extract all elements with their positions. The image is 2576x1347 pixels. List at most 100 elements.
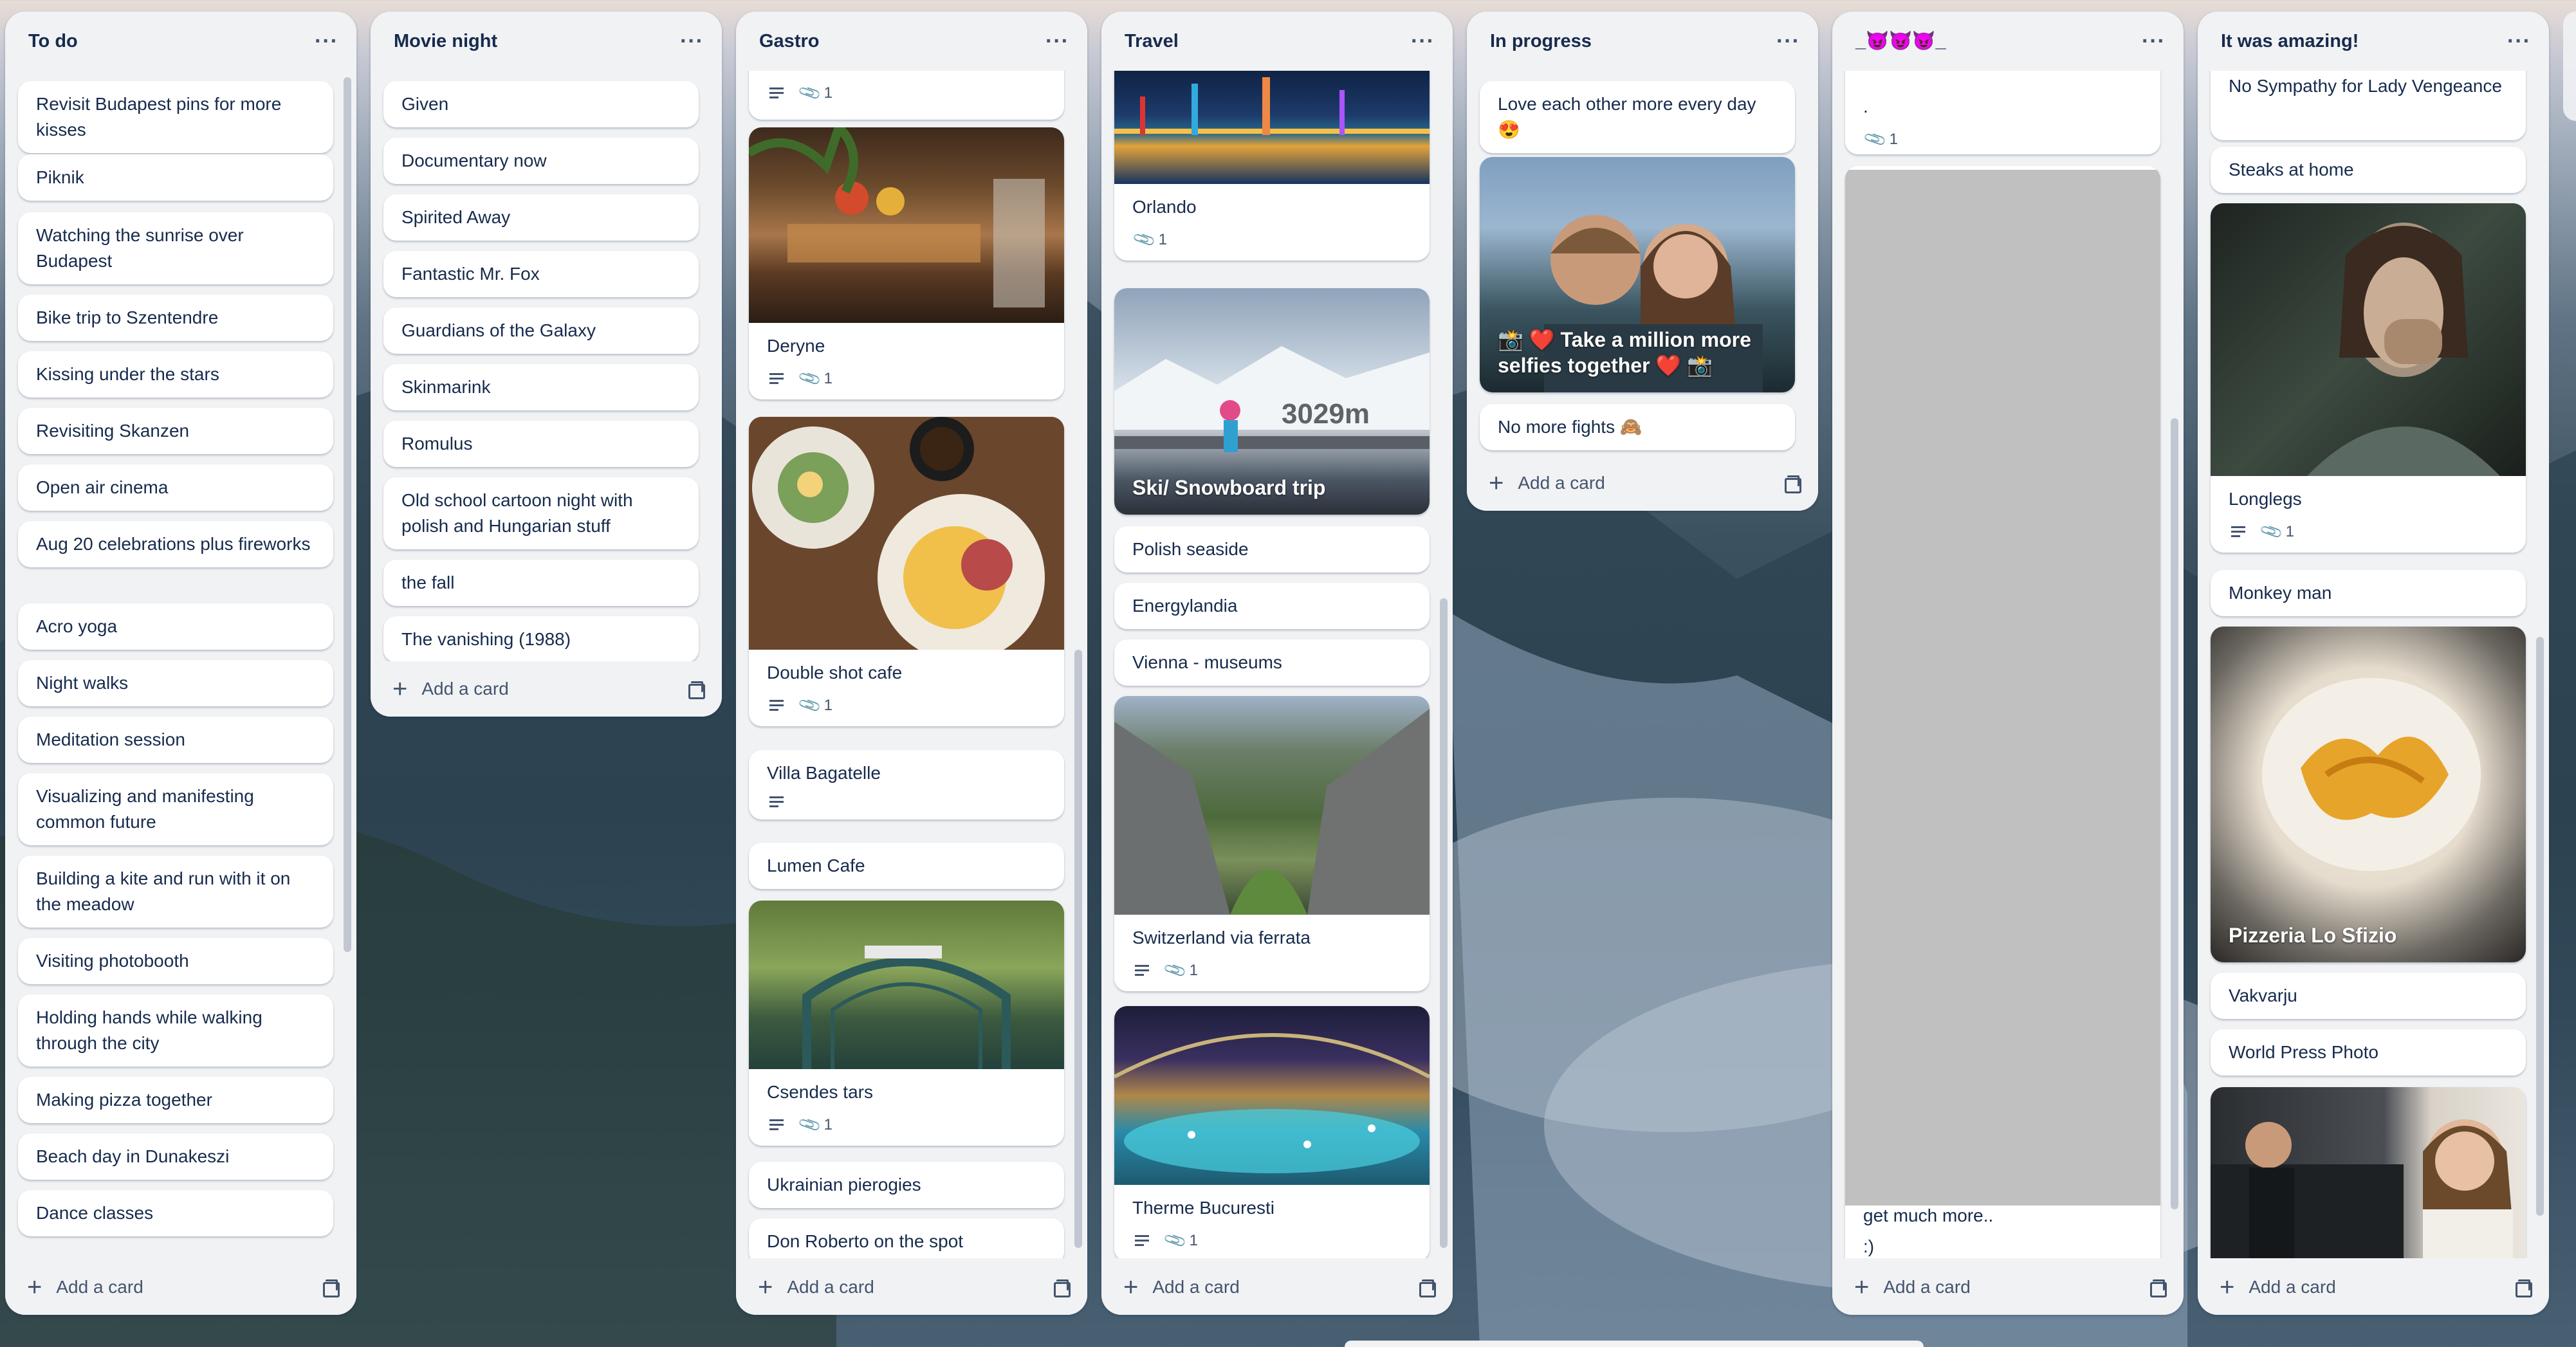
card-title: Villa Bagatelle [767,763,881,783]
card[interactable]: Making pizza together [18,1077,333,1123]
card[interactable]: Acro yoga [18,603,333,650]
card[interactable]: 📸 ❤️ Take a million more selfies togethe… [1480,157,1795,392]
card[interactable]: Visualizing and manifesting common futur… [18,773,333,845]
list-title[interactable]: In progress [1490,31,1592,52]
card[interactable]: . 📎 1 [1845,71,2160,154]
card[interactable]: Polish seaside [1114,526,1430,573]
card[interactable]: Skinmarink [383,364,699,410]
list-title[interactable]: _😈😈😈_ [1855,30,1946,52]
card[interactable]: Bike trip to Szentendre [18,295,333,341]
ellipsis-icon[interactable]: ··· [680,29,704,54]
add-card-button[interactable]: + Add a card [1123,1274,1240,1300]
ellipsis-icon[interactable]: ··· [2142,29,2166,54]
card[interactable]: Longlegs 📎 1 [2211,203,2526,553]
ellipsis-icon[interactable]: ··· [315,29,338,54]
card-template-icon[interactable] [1417,1278,1436,1297]
ellipsis-icon[interactable]: ··· [2507,29,2531,54]
add-card-button[interactable]: + Add a card [1489,470,1605,496]
card[interactable]: Open air cinema [18,464,333,511]
list-header[interactable]: To do ··· [5,12,356,71]
card[interactable]: Aug 20 celebrations plus fireworks [18,521,333,567]
card[interactable]: Night walks [18,660,333,706]
bottom-bar-edge [1345,1341,1924,1347]
card-template-icon[interactable] [320,1278,340,1297]
card[interactable]: Romulus [383,421,699,467]
card[interactable]: Vienna - museums [1114,639,1430,686]
card[interactable]: Revisit Budapest pins for more kisses [18,81,333,153]
card[interactable]: No more fights 🙈 [1480,404,1795,450]
card[interactable]: Lumen Cafe [749,843,1064,889]
list-title[interactable]: Gastro [759,31,819,52]
card[interactable]: Ukrainian pierogies [749,1162,1064,1208]
card[interactable]: Revisiting Skanzen [18,408,333,454]
list-title[interactable]: It was amazing! [2221,31,2359,52]
next-list-edge[interactable] [2563,12,2576,121]
card[interactable]: Vakvarju [2211,973,2526,1019]
list-title[interactable]: Travel [1125,31,1179,52]
card-template-icon[interactable] [1051,1278,1071,1297]
card[interactable]: Holding hands while walking through the … [18,994,333,1067]
ellipsis-icon[interactable]: ··· [1776,29,1800,54]
card[interactable]: The vanishing (1988) [383,616,699,663]
card[interactable]: Don Roberto on the spot [749,1218,1064,1258]
card[interactable]: Switzerland via ferrata 📎 1 [1114,696,1430,991]
card[interactable]: Guardians of the Galaxy [383,307,699,354]
card[interactable]: Orlando 📎 1 [1114,71,1430,261]
list-header[interactable]: _😈😈😈_ ··· [1832,12,2184,71]
card-template-icon[interactable] [2513,1278,2532,1297]
card[interactable]: Spirited Away [383,194,699,241]
card[interactable]: Fantastic Mr. Fox [383,251,699,297]
card[interactable]: Beach day in Dunakeszi [18,1133,333,1180]
card[interactable]: 📎 1 [749,71,1064,120]
add-card-button[interactable]: + Add a card [2220,1274,2336,1300]
ellipsis-icon[interactable]: ··· [1045,29,1069,54]
ellipsis-icon[interactable]: ··· [1411,29,1435,54]
card[interactable]: Csendes tars 📎 1 [749,901,1064,1146]
attachment-count: 1 [1158,231,1167,248]
list-header[interactable]: In progress ··· [1467,12,1818,71]
card[interactable]: Documentary now [383,138,699,184]
scrollbar[interactable] [1074,650,1082,1248]
scrollbar[interactable] [1440,598,1448,1248]
add-card-button[interactable]: + Add a card [1854,1274,1971,1300]
card[interactable]: World Press Photo [2211,1029,2526,1076]
card[interactable]: Kissing under the stars [18,351,333,398]
list-title[interactable]: Movie night [394,31,497,52]
card[interactable]: get much more.. :) [1845,166,2160,1258]
scrollbar[interactable] [2171,418,2178,1209]
card[interactable]: No Sympathy for Lady Vengeance [2211,71,2526,140]
card[interactable]: 3029m Ski/ Snowboard trip [1114,288,1430,515]
card[interactable]: Villa Bagatelle [749,750,1064,820]
card[interactable]: Double shot cafe 📎 1 [749,417,1064,726]
list-header[interactable]: Gastro ··· [736,12,1087,71]
scrollbar[interactable] [344,77,351,952]
scrollbar[interactable] [2536,637,2544,1216]
card[interactable]: Monkey man [2211,570,2526,616]
card-template-icon[interactable] [2148,1278,2167,1297]
card[interactable]: Therme Bucuresti 📎 1 [1114,1006,1430,1258]
add-card-button[interactable]: + Add a card [392,676,509,702]
list-header[interactable]: Movie night ··· [371,12,722,71]
card[interactable]: Energylandia [1114,583,1430,629]
add-card-button[interactable]: + Add a card [758,1274,874,1300]
card[interactable]: Meditation session [18,717,333,763]
card[interactable] [2211,1087,2526,1258]
card[interactable]: Watching the sunrise over Budapest [18,212,333,284]
card[interactable]: Deryne 📎 1 [749,127,1064,399]
card[interactable]: the fall [383,560,699,606]
card[interactable]: Visiting photobooth [18,938,333,984]
card[interactable]: Dance classes [18,1190,333,1236]
list-title[interactable]: To do [28,31,78,52]
add-card-button[interactable]: + Add a card [27,1274,143,1300]
card[interactable]: Pizzeria Lo Sfizio [2211,627,2526,962]
card[interactable]: Given [383,81,699,127]
card[interactable]: Piknik [18,154,333,201]
card-template-icon[interactable] [1782,474,1801,493]
card[interactable]: Love each other more every day 😍 [1480,81,1795,153]
list-header[interactable]: It was amazing! ··· [2198,12,2549,71]
card[interactable]: Old school cartoon night with polish and… [383,477,699,549]
card[interactable]: Building a kite and run with it on the m… [18,856,333,928]
list-header[interactable]: Travel ··· [1101,12,1453,71]
card[interactable]: Steaks at home [2211,147,2526,193]
card-template-icon[interactable] [686,680,705,699]
